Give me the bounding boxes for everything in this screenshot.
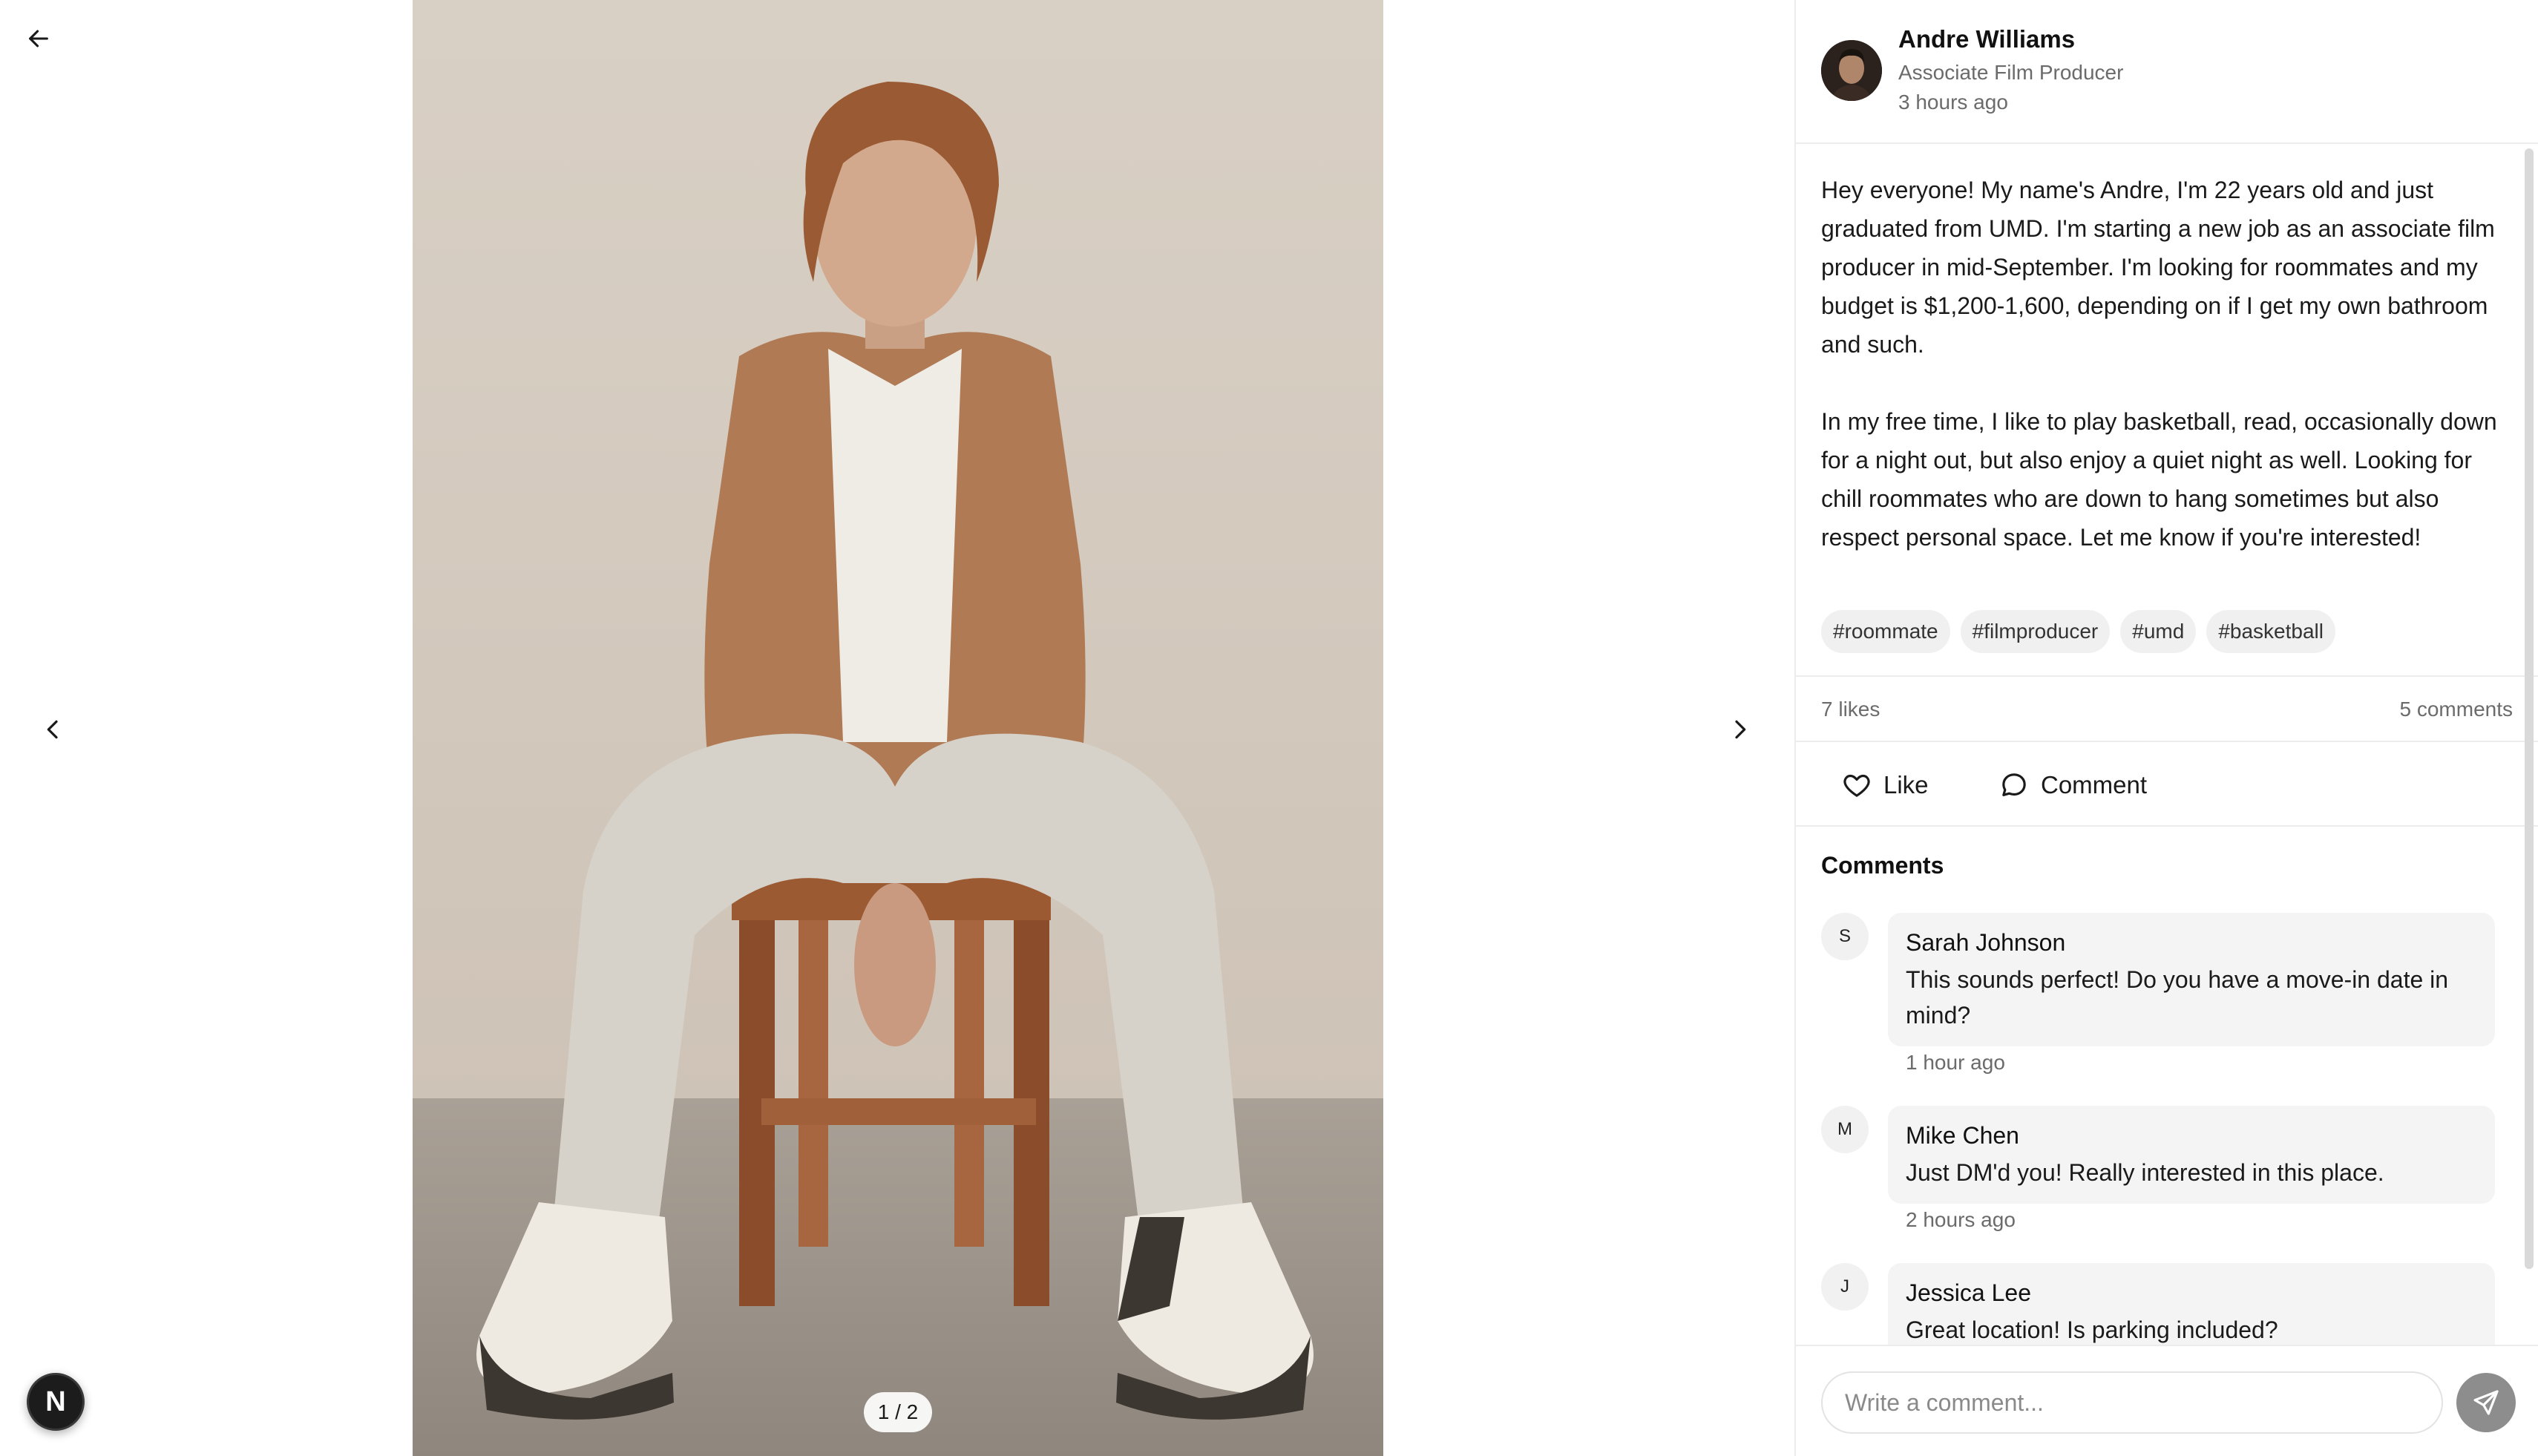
commenter-avatar[interactable]: M <box>1821 1106 1869 1153</box>
post-paragraph: Hey everyone! My name's Andre, I'm 22 ye… <box>1821 177 2495 358</box>
panel-scrollbar[interactable] <box>2525 148 2534 1269</box>
author-avatar[interactable] <box>1821 40 1882 101</box>
comment-timestamp: 2 hours ago <box>1906 1208 2016 1231</box>
commenter-name[interactable]: Mike Chen <box>1906 1119 2477 1152</box>
comment-bubble: Jessica Lee Great location! Is parking i… <box>1888 1263 2495 1345</box>
previous-photo-button[interactable] <box>36 709 71 750</box>
like-button[interactable]: Like <box>1842 764 1929 806</box>
comment-composer <box>1796 1345 2538 1456</box>
nextjs-dev-badge[interactable]: N <box>27 1373 85 1431</box>
comment-text: Great location! Is parking included? <box>1906 1316 2278 1343</box>
post-photo <box>413 0 1383 1456</box>
post-timestamp: 3 hours ago <box>1898 91 2008 114</box>
next-photo-button[interactable] <box>1722 709 1757 750</box>
likes-count: 7 likes <box>1821 698 1880 721</box>
commenter-name[interactable]: Sarah Johnson <box>1906 926 2477 959</box>
photo-counter: 1 / 2 <box>864 1392 932 1432</box>
comments-count[interactable]: 5 comments <box>2400 698 2514 721</box>
tag-chip[interactable]: #basketball <box>2206 610 2335 653</box>
comment-text: Just DM'd you! Really interested in this… <box>1906 1159 2384 1186</box>
like-button-label: Like <box>1883 771 1929 798</box>
chevron-left-icon <box>47 720 58 739</box>
comment-button-label: Comment <box>2041 771 2148 798</box>
author-name[interactable]: Andre Williams <box>1898 25 2075 53</box>
post-paragraph: In my free time, I like to play basketba… <box>1821 408 2497 551</box>
arrow-left-icon <box>29 30 48 47</box>
post-body: Hey everyone! My name's Andre, I'm 22 ye… <box>1821 171 2504 557</box>
speech-bubble-icon <box>2002 773 2026 796</box>
post-scroll-area[interactable]: Hey everyone! My name's Andre, I'm 22 ye… <box>1796 145 2538 1345</box>
comment-bubble: Sarah Johnson This sounds perfect! Do yo… <box>1888 913 2495 1046</box>
send-comment-button[interactable] <box>2456 1373 2516 1432</box>
tag-chip[interactable]: #umd <box>2120 610 2197 653</box>
photo-viewer: 1 / 2 N <box>0 0 1794 1456</box>
comment-input[interactable] <box>1821 1371 2443 1434</box>
post-stats: 7 likes 5 comments <box>1796 675 2538 742</box>
heart-icon <box>1843 774 1870 797</box>
comments-heading: Comments <box>1821 852 1944 879</box>
tag-chip[interactable]: #filmproducer <box>1960 610 2111 653</box>
comment-bubble: Mike Chen Just DM'd you! Really interest… <box>1888 1106 2495 1204</box>
commenter-avatar[interactable]: J <box>1821 1263 1869 1311</box>
post-detail-panel: Andre Williams Associate Film Producer 3… <box>1794 0 2538 1456</box>
comment-timestamp: 1 hour ago <box>1906 1051 2005 1074</box>
commenter-avatar[interactable]: S <box>1821 913 1869 960</box>
send-icon <box>2473 1390 2499 1415</box>
tag-list: #roommate #filmproducer #umd #basketball <box>1821 610 2335 653</box>
post-actions: Like Comment <box>1796 744 2538 827</box>
comment-text: This sounds perfect! Do you have a move-… <box>1906 966 2449 1029</box>
comment-button[interactable]: Comment <box>1999 764 2538 806</box>
author-role: Associate Film Producer <box>1898 61 2124 84</box>
chevron-right-icon <box>1735 720 1746 739</box>
tag-chip[interactable]: #roommate <box>1821 610 1950 653</box>
post-header: Andre Williams Associate Film Producer 3… <box>1796 0 2538 144</box>
back-button[interactable] <box>21 21 56 56</box>
commenter-name[interactable]: Jessica Lee <box>1906 1276 2477 1309</box>
